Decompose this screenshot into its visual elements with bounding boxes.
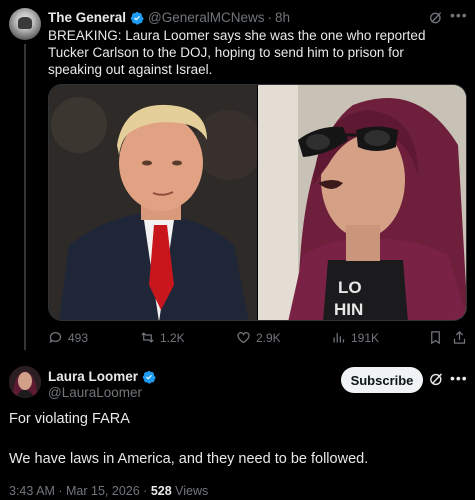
media-grid[interactable]: LO HIN <box>48 84 467 321</box>
reply-icon <box>49 332 62 344</box>
post-text-line-2: We have laws in America, and they need t… <box>9 451 369 467</box>
thread-connector-line <box>24 44 26 350</box>
views-count: 528 <box>150 484 172 498</box>
avatar-laura-loomer[interactable] <box>9 366 41 398</box>
svg-text:HIN: HIN <box>334 300 363 319</box>
post-action-bar: 493 1.2K 2.9K 191K <box>48 330 468 350</box>
profile-photo-icon <box>9 366 41 398</box>
separator-dot: · <box>267 10 273 25</box>
repost-button[interactable]: 1.2K <box>140 330 185 345</box>
views-label: Views <box>175 484 209 498</box>
grok-icon[interactable] <box>428 10 444 26</box>
verified-badge-icon <box>142 370 156 384</box>
like-count: 2.9K <box>256 330 281 345</box>
avatar-the-general[interactable] <box>9 8 41 40</box>
separator-dot: · <box>143 484 148 498</box>
post-time[interactable]: 8h <box>275 10 290 25</box>
post-text: BREAKING: Laura Loomer says she was the … <box>48 28 426 77</box>
repost-icon <box>141 332 154 343</box>
verified-badge-icon <box>130 11 144 25</box>
grok-icon[interactable] <box>428 371 445 388</box>
post-header: The General @GeneralMCNews · 8h <box>48 10 290 25</box>
author-handle[interactable]: @GeneralMCNews <box>148 10 264 25</box>
repost-count: 1.2K <box>160 330 185 345</box>
heart-icon <box>237 332 250 344</box>
views-button[interactable]: 191K <box>331 330 379 345</box>
reply-count: 493 <box>68 330 89 345</box>
subscribe-button[interactable]: Subscribe <box>341 367 423 393</box>
author-handle[interactable]: @LauraLoomer <box>48 385 142 400</box>
portrait-woman-sunglasses-icon: LO HIN <box>257 85 466 320</box>
reply-button[interactable]: 493 <box>48 330 88 345</box>
views-count: 191K <box>351 330 380 345</box>
photo-left[interactable] <box>49 85 257 320</box>
portrait-man-red-tie-icon <box>49 85 257 320</box>
post-time[interactable]: 3:43 AM <box>9 484 55 498</box>
post-header: Laura Loomer <box>48 369 160 384</box>
share-icon <box>453 330 466 344</box>
post-text-line-1: For violating FARA <box>9 411 130 427</box>
bookmark-icon <box>431 331 440 345</box>
bookmark-button[interactable] <box>428 330 448 345</box>
like-button[interactable]: 2.9K <box>236 330 281 345</box>
post-date[interactable]: Mar 15, 2026 <box>66 484 140 498</box>
author-name[interactable]: The General <box>48 10 126 25</box>
separator-dot: · <box>58 484 63 498</box>
more-options-icon[interactable]: ••• <box>450 370 468 386</box>
share-button[interactable] <box>452 330 472 345</box>
views-chart-icon <box>333 333 345 343</box>
photo-right[interactable]: LO HIN <box>257 85 466 320</box>
author-name[interactable]: Laura Loomer <box>48 369 138 384</box>
more-options-icon[interactable]: ••• <box>450 7 468 23</box>
post-metadata: 3:43 AM · Mar 15, 2026 · 528 Views <box>9 484 208 498</box>
svg-text:LO: LO <box>338 278 362 297</box>
